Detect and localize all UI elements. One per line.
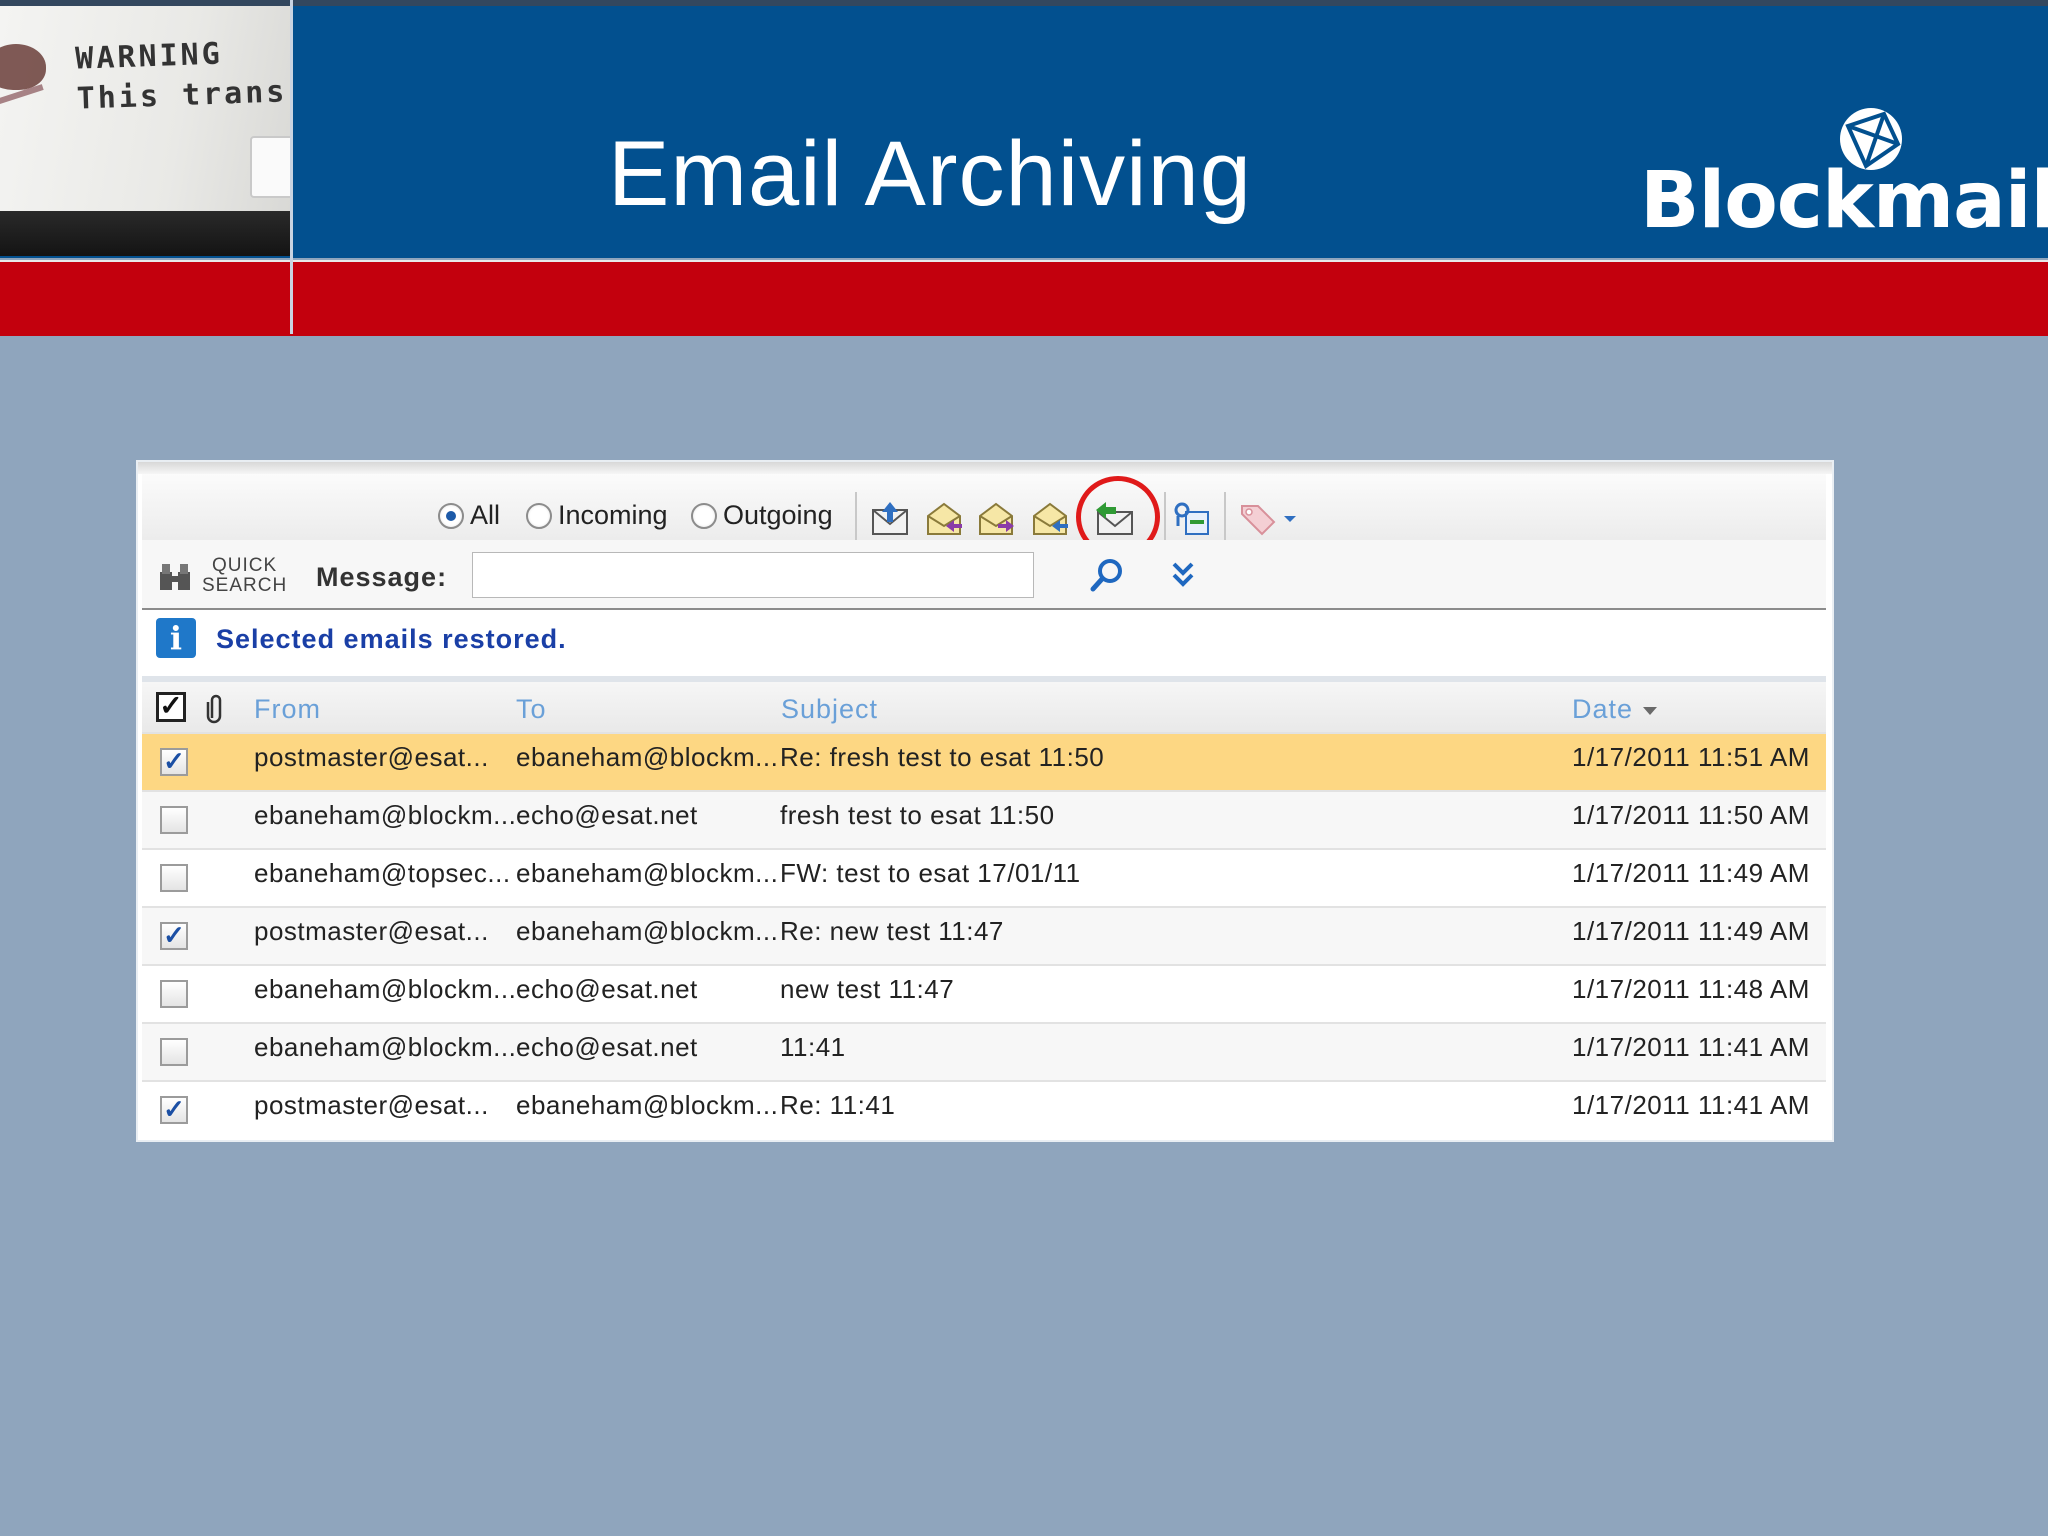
column-header-subject[interactable]: Subject: [781, 694, 878, 725]
quick-search-row: QUICK SEARCH Message:: [142, 540, 1826, 610]
cell-subject: FW: test to esat 17/01/11: [780, 858, 1081, 888]
table-row[interactable]: ✓ postmaster@esat... ebaneham@blockm... Re:…: [142, 906, 1826, 964]
archive-panel: All Incoming Outgoing QUICK SEARCH Messa…: [136, 460, 1834, 1142]
column-header-to[interactable]: To: [516, 694, 547, 725]
cell-from: ebaneham@blockm...: [254, 1032, 517, 1062]
quick-search-label: QUICK SEARCH: [202, 556, 287, 596]
cell-to: echo@esat.net: [516, 1032, 698, 1062]
filter-all-radio[interactable]: [438, 502, 464, 529]
toolbar-separator: [1224, 492, 1226, 546]
cell-to: ebaneham@blockm...: [516, 858, 779, 888]
search-icon[interactable]: [1088, 556, 1126, 594]
quick-search-label-line-2: SEARCH: [202, 575, 288, 596]
cell-to: echo@esat.net: [516, 974, 698, 1004]
cell-date: 1/17/2011 11:48 AM: [1572, 974, 1810, 1004]
cell-from: ebaneham@topsec...: [254, 858, 511, 888]
row-checkbox[interactable]: ✓: [160, 748, 188, 776]
panel-top-edge: [138, 462, 1832, 474]
warning-photo-text: WARNING This trans: [75, 32, 288, 119]
grid-header: ✓ From To Subject Date: [142, 676, 1826, 732]
cell-to: echo@esat.net: [516, 800, 698, 830]
notice-text: Selected emails restored.: [216, 624, 567, 654]
cell-to: ebaneham@blockm...: [516, 742, 779, 772]
cell-date: 1/17/2011 11:41 AM: [1572, 1090, 1810, 1120]
filter-all-label: All: [470, 500, 501, 530]
cell-date: 1/17/2011 11:49 AM: [1572, 916, 1810, 946]
table-row[interactable]: ebaneham@blockm... echo@esat.net new test …: [142, 964, 1826, 1022]
tag-icon[interactable]: [1238, 500, 1278, 538]
quick-search-label-line-1: QUICK: [212, 555, 278, 576]
binoculars-icon: [160, 564, 190, 590]
cell-from: ebaneham@blockm...: [254, 974, 517, 1004]
attachment-icon: [206, 694, 222, 724]
send-mail-icon[interactable]: [870, 500, 910, 538]
toolbar-separator: [855, 492, 857, 546]
table-row[interactable]: ✓ postmaster@esat... ebaneham@blockm... Re:…: [142, 1080, 1826, 1138]
export-icon[interactable]: [1172, 500, 1212, 538]
filter-all[interactable]: All: [438, 500, 500, 531]
toolbar: All Incoming Outgoing: [142, 474, 1826, 558]
warning-photo-line-2: This trans: [76, 74, 288, 117]
chevron-double-down-icon[interactable]: [1166, 556, 1200, 594]
photo-shadow: [0, 211, 290, 256]
red-band: [0, 260, 2048, 336]
row-checkbox[interactable]: [160, 980, 188, 1008]
band-divider: [290, 0, 293, 334]
skull-icon: [0, 44, 46, 90]
cell-subject: Re: fresh test to esat 11:50: [780, 742, 1105, 772]
row-checkbox[interactable]: ✓: [160, 1096, 188, 1124]
email-grid: ✓ From To Subject Date ✓ postmaster@esat.…: [142, 676, 1826, 1138]
row-checkbox[interactable]: ✓: [160, 922, 188, 950]
redirect-mail-icon[interactable]: [1030, 500, 1070, 538]
cell-from: postmaster@esat...: [254, 916, 489, 946]
cell-subject: Re: new test 11:47: [780, 916, 1004, 946]
info-icon: i: [156, 618, 196, 658]
table-row[interactable]: ebaneham@topsec... ebaneham@blockm... FW: …: [142, 848, 1826, 906]
page-title: Email Archiving: [608, 123, 1252, 225]
forward-mail-icon[interactable]: [924, 500, 964, 538]
column-header-date-label: Date: [1572, 694, 1634, 724]
filter-outgoing[interactable]: Outgoing: [691, 500, 833, 531]
cell-date: 1/17/2011 11:41 AM: [1572, 1032, 1810, 1062]
filter-outgoing-label: Outgoing: [723, 500, 833, 530]
message-label: Message:: [316, 562, 448, 592]
row-checkbox[interactable]: [160, 864, 188, 892]
cell-subject: 11:41: [780, 1032, 846, 1062]
filter-incoming-radio[interactable]: [526, 502, 552, 529]
filter-incoming[interactable]: Incoming: [526, 500, 668, 531]
sort-descending-icon: [1643, 706, 1658, 715]
row-checkbox[interactable]: [160, 806, 188, 834]
grid-body: ✓ postmaster@esat... ebaneham@blockm... Re:…: [142, 732, 1826, 1138]
row-checkbox[interactable]: [160, 1038, 188, 1066]
cell-subject: Re: 11:41: [780, 1090, 896, 1120]
cell-date: 1/17/2011 11:49 AM: [1572, 858, 1810, 888]
column-header-date[interactable]: Date: [1572, 694, 1658, 725]
cell-from: ebaneham@blockm...: [254, 800, 517, 830]
cell-to: ebaneham@blockm...: [516, 1090, 779, 1120]
cell-subject: new test 11:47: [780, 974, 955, 1004]
table-row[interactable]: ✓ postmaster@esat... ebaneham@blockm... Re:…: [142, 732, 1826, 790]
filter-outgoing-radio[interactable]: [691, 502, 717, 529]
cell-date: 1/17/2011 11:50 AM: [1572, 800, 1810, 830]
column-header-from[interactable]: From: [254, 694, 321, 725]
cell-from: postmaster@esat...: [254, 742, 489, 772]
table-row[interactable]: ebaneham@blockm... echo@esat.net fresh tes…: [142, 790, 1826, 848]
toolbar-separator: [1164, 492, 1166, 546]
table-row[interactable]: ebaneham@blockm... echo@esat.net 11:41 1/17…: [142, 1022, 1826, 1080]
photo-button-fragment: [250, 136, 290, 198]
tag-dropdown-icon[interactable]: [1280, 500, 1300, 538]
cell-to: ebaneham@blockm...: [516, 916, 779, 946]
cell-date: 1/17/2011 11:51 AM: [1572, 742, 1810, 772]
brand-logo: Blockmail®: [1640, 156, 2048, 246]
notice-bar: i Selected emails restored.: [142, 610, 1826, 666]
filter-incoming-label: Incoming: [558, 500, 668, 530]
select-all-checkbox[interactable]: ✓: [156, 692, 186, 722]
message-search-input[interactable]: [472, 552, 1034, 598]
reply-all-mail-icon[interactable]: [976, 500, 1016, 538]
brand-logo-text: Blockmail: [1640, 156, 2048, 246]
cell-from: postmaster@esat...: [254, 1090, 489, 1120]
warning-photo: WARNING This trans: [0, 6, 290, 256]
cell-subject: fresh test to esat 11:50: [780, 800, 1055, 830]
